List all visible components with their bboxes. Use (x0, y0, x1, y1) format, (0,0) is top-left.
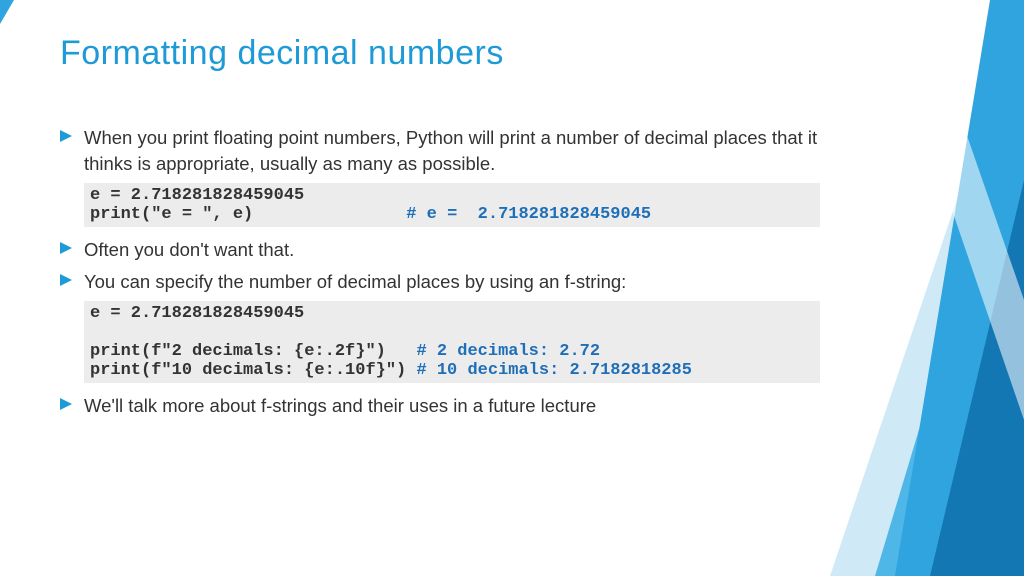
bullet-text: Often you don't want that. (84, 237, 294, 263)
triangle-bullet-icon (60, 242, 84, 254)
code-comment: # e = 2.718281828459045 (406, 205, 651, 224)
bullet-item: Often you don't want that. (60, 237, 820, 263)
code-blank (90, 323, 100, 342)
code-line: e = 2.718281828459045 (90, 186, 304, 205)
code-block-1: e = 2.718281828459045 print("e = ", e) #… (84, 183, 820, 227)
code-line: print(f"2 decimals: {e:.2f}") (90, 342, 416, 361)
code-line: print(f"10 decimals: {e:.10f}") (90, 361, 416, 380)
triangle-bullet-icon (60, 274, 84, 286)
bullet-text: You can specify the number of decimal pl… (84, 269, 626, 295)
triangle-bullet-icon (60, 130, 84, 142)
bullet-item: You can specify the number of decimal pl… (60, 269, 820, 295)
bullet-text: When you print floating point numbers, P… (84, 125, 820, 177)
code-line: print("e = ", e) (90, 205, 406, 224)
slide-title: Formatting decimal numbers (60, 34, 820, 73)
content-area: Formatting decimal numbers When you prin… (60, 34, 820, 424)
code-comment: # 2 decimals: 2.72 (416, 342, 600, 361)
bullet-list: When you print floating point numbers, P… (60, 125, 820, 418)
triangle-bullet-icon (60, 398, 84, 410)
code-block-2: e = 2.718281828459045 print(f"2 decimals… (84, 301, 820, 383)
code-comment: # 10 decimals: 2.7182818285 (416, 361, 691, 380)
bullet-item: When you print floating point numbers, P… (60, 125, 820, 177)
bullet-text: We'll talk more about f-strings and thei… (84, 393, 596, 419)
code-line: e = 2.718281828459045 (90, 304, 304, 323)
bullet-item: We'll talk more about f-strings and thei… (60, 393, 820, 419)
slide: Formatting decimal numbers When you prin… (0, 0, 1024, 576)
